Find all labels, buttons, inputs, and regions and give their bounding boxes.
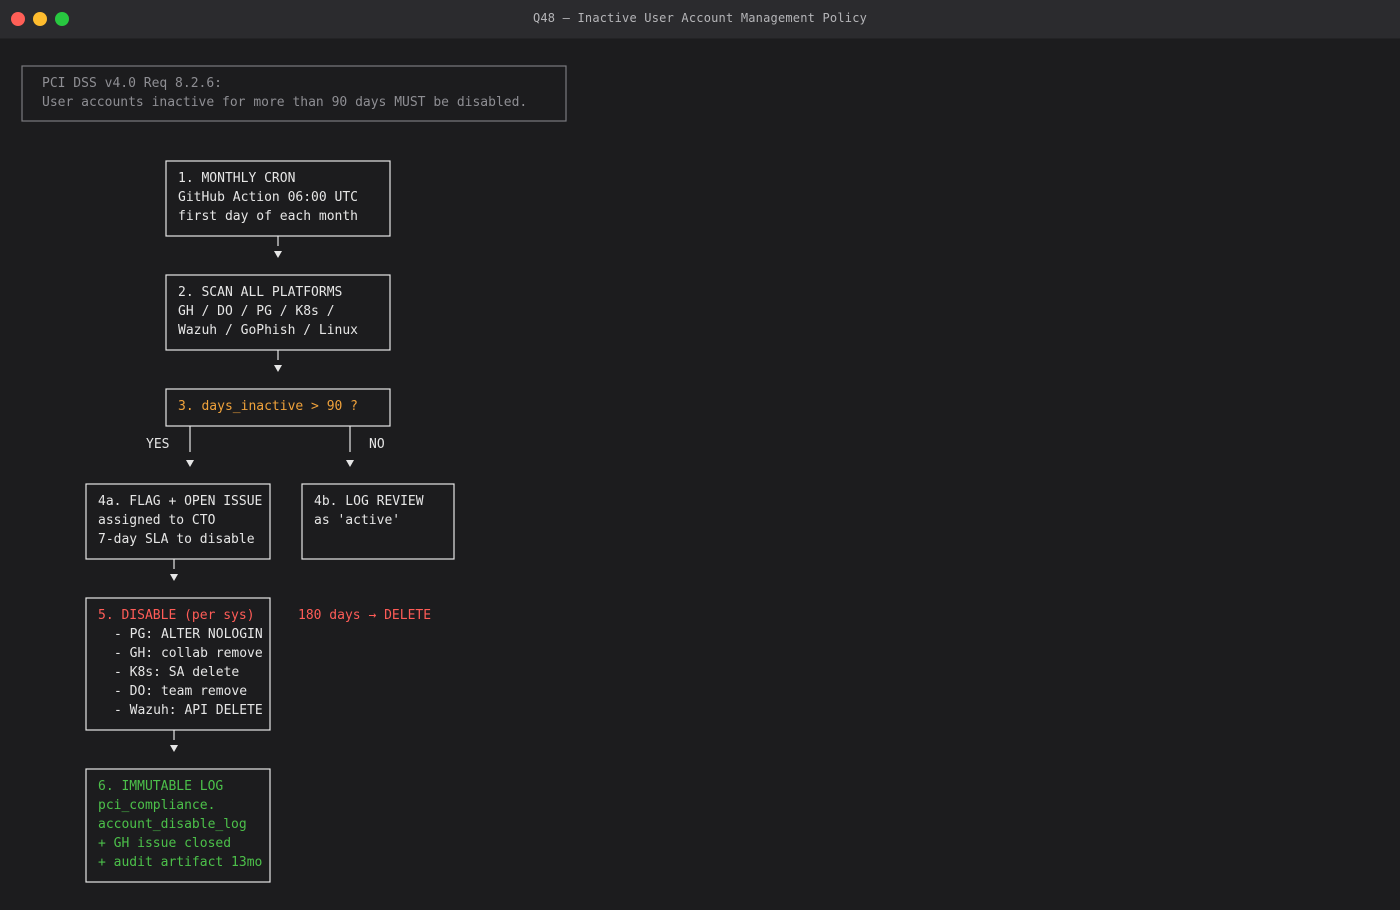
step1-line-2: first day of each month — [178, 209, 359, 224]
step6-line-4: + audit artifact 13mo — [98, 855, 263, 870]
step3-condition: 3. days_inactive > 90 ? — [178, 399, 359, 414]
note-line-1: PCI DSS v4.0 Req 8.2.6: — [42, 76, 223, 91]
delete-note: 180 days → DELETE — [298, 608, 432, 623]
step5-item: - Wazuh: API DELETE — [114, 703, 263, 718]
diagram-frames — [21, 65, 567, 883]
arrow-2-3-head — [274, 365, 282, 372]
arrow-1-2-head — [274, 251, 282, 258]
step5-item: - PG: ALTER NOLOGIN — [114, 627, 263, 642]
step2-line-1: GH / DO / PG / K8s / — [178, 304, 335, 319]
arrow-no-head — [346, 460, 354, 467]
step2-title: 2. SCAN ALL PLATFORMS — [178, 285, 343, 300]
step6-line-3: + GH issue closed — [98, 836, 232, 851]
branch-no-label: NO — [369, 437, 385, 452]
arrow-4a-5-head — [170, 574, 178, 581]
arrow-yes-head — [186, 460, 194, 467]
step4a-line-2: 7-day SLA to disable — [98, 532, 255, 547]
note-line-2: User accounts inactive for more than 90 … — [42, 95, 528, 110]
step1-line-1: GitHub Action 06:00 UTC — [178, 190, 359, 205]
step6-line-1: pci_compliance. — [98, 798, 216, 813]
step5-item: - K8s: SA delete — [114, 665, 240, 680]
branch-yes-label: YES — [146, 437, 170, 452]
step6-title: 6. IMMUTABLE LOG — [98, 779, 224, 794]
step4b-title: 4b. LOG REVIEW — [314, 494, 424, 509]
step5-item: - GH: collab remove — [114, 646, 263, 661]
step5-title: 5. DISABLE (per sys) — [98, 608, 255, 623]
step5-item: - DO: team remove — [114, 684, 248, 699]
arrow-5-6-head — [170, 745, 178, 752]
step4a-title: 4a. FLAG + OPEN ISSUE — [98, 494, 263, 509]
step6-line-2: account_disable_log — [98, 817, 247, 832]
step4b-line-1: as 'active' — [314, 513, 401, 528]
step1-title: 1. MONTHLY CRON — [178, 171, 296, 186]
step4a-line-1: assigned to CTO — [98, 513, 216, 528]
step2-line-2: Wazuh / GoPhish / Linux — [178, 323, 359, 338]
